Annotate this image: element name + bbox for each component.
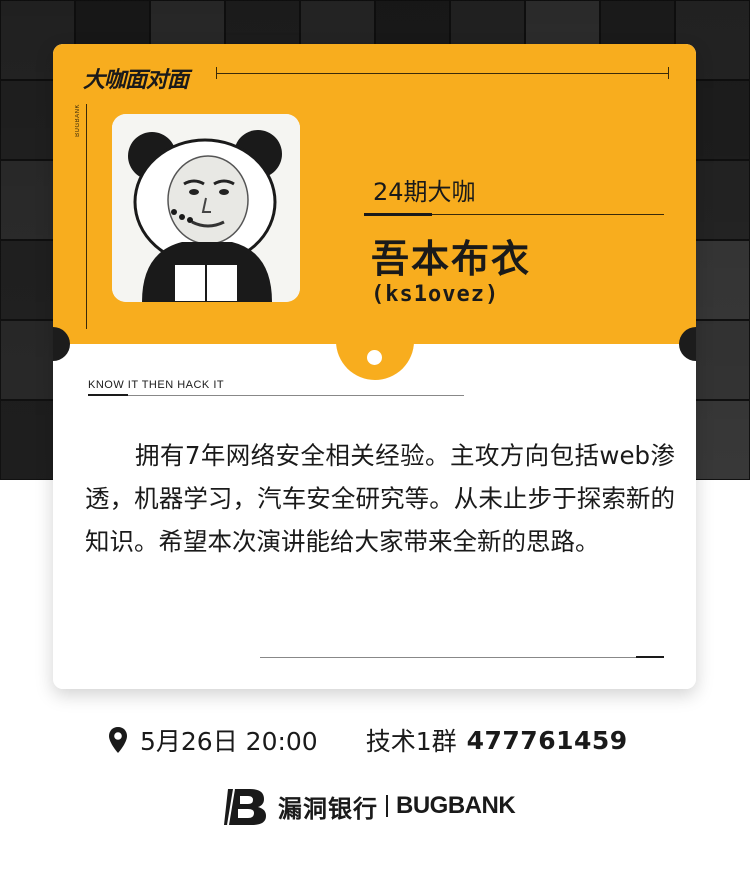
slogan-rule-accent [88, 394, 128, 396]
slogan-rule [88, 395, 464, 396]
speaker-bio: 拥有7年网络安全相关经验。主攻方向包括web渗透，机器学习，汽车安全研究等。从未… [85, 441, 675, 556]
center-dot [367, 350, 382, 365]
brand-separator [386, 795, 388, 817]
speaker-avatar [112, 114, 300, 302]
vertical-rule [86, 104, 87, 329]
event-info-row: 5月26日 20:00 技术1群 477761459 [108, 722, 628, 758]
slogan: KNOW IT THEN HACK IT [88, 379, 225, 391]
series-title: 大咖面对面 [83, 68, 189, 93]
group-label: 技术1群 [365, 727, 457, 756]
footer-logo: 漏洞银行 BUGBANK [222, 786, 516, 826]
group-number: 477761459 [466, 725, 628, 755]
title-rule-cap-right [668, 67, 669, 79]
vertical-brand-text: BUGBANK [75, 104, 81, 137]
episode-label: 24期大咖 [373, 178, 476, 206]
poster: 大咖面对面 BUGBANK 24期大咖 吾本布衣 (ks1ovez) KNOW … [0, 0, 750, 870]
title-rule-cap-left [216, 67, 217, 79]
map-pin-icon [109, 727, 127, 753]
title-rule [216, 73, 668, 74]
bottom-rule-accent [636, 656, 664, 658]
speaker-handle: (ks1ovez) [371, 282, 500, 307]
bottom-rule [260, 657, 664, 658]
brand-name-en: BUGBANK [396, 792, 516, 819]
event-datetime: 5月26日 20:00 [140, 727, 318, 756]
panda-meme-avatar-icon [112, 114, 300, 302]
bugbank-b-logo-icon [224, 788, 266, 825]
episode-rule-accent [364, 213, 432, 216]
speaker-card: 大咖面对面 BUGBANK 24期大咖 吾本布衣 (ks1ovez) KNOW … [53, 44, 696, 689]
speaker-name: 吾本布衣 [371, 237, 532, 281]
brand-name-cn: 漏洞银行 [278, 794, 378, 823]
